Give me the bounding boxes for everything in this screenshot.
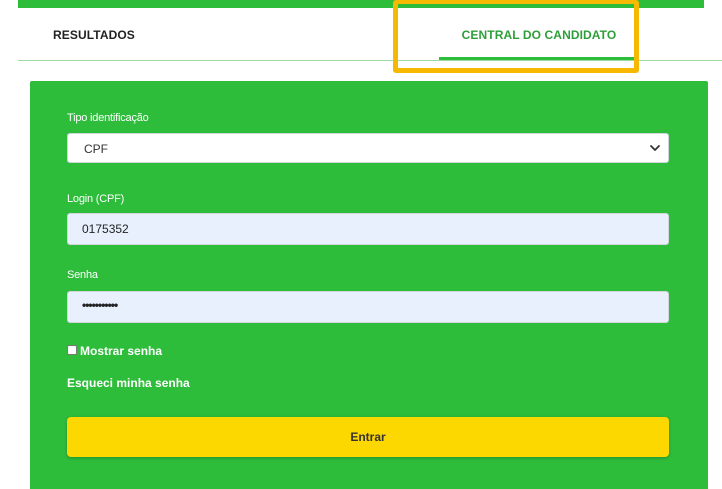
entrar-button-label: Entrar — [350, 430, 386, 444]
login-cpf-label: Login (CPF) — [67, 193, 125, 205]
entrar-button[interactable]: Entrar — [67, 417, 669, 457]
login-form-panel: Tipo identificação CPF Login (CPF) 01753… — [30, 81, 708, 489]
senha-password-input[interactable]: ••••••••••• — [67, 291, 669, 323]
tipo-identificacao-label: Tipo identificação — [67, 112, 149, 124]
mostrar-senha-label[interactable]: Mostrar senha — [80, 344, 162, 358]
tipo-identificacao-value: CPF — [84, 142, 108, 156]
login-cpf-value: 0175352 — [82, 222, 129, 236]
tab-resultados[interactable]: RESULTADOS — [53, 8, 135, 60]
active-tab-underline — [439, 57, 639, 60]
senha-label: Senha — [67, 269, 98, 281]
top-navigation: RESULTADOS CENTRAL DO CANDIDATO — [18, 8, 722, 61]
tab-central-do-candidato[interactable]: CENTRAL DO CANDIDATO — [439, 8, 639, 60]
tipo-identificacao-select[interactable]: CPF — [67, 133, 669, 163]
senha-masked-value: ••••••••••• — [82, 298, 118, 312]
top-green-stripe — [18, 0, 704, 8]
login-cpf-input[interactable]: 0175352 — [67, 213, 669, 245]
chevron-down-icon — [650, 145, 660, 151]
mostrar-senha-checkbox[interactable] — [67, 345, 77, 355]
login-page: RESULTADOS CENTRAL DO CANDIDATO Tipo ide… — [0, 0, 722, 489]
esqueci-minha-senha-link[interactable]: Esqueci minha senha — [67, 376, 190, 390]
